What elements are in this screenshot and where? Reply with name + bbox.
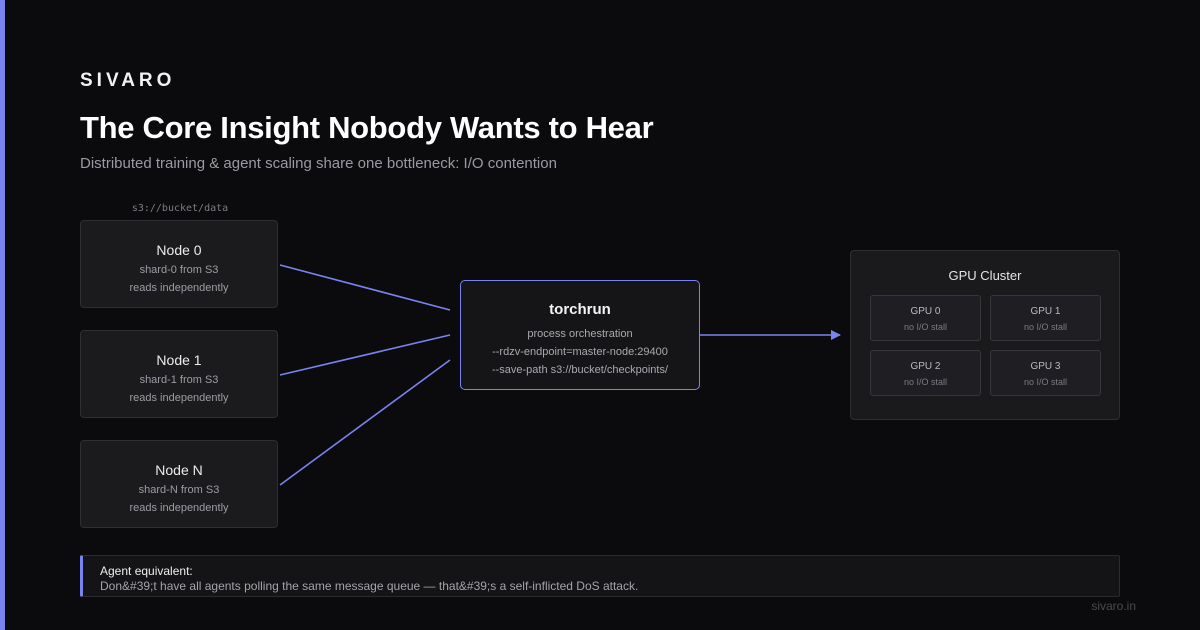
node-mode: reads independently xyxy=(129,392,229,404)
gpu-status: no I/O stall xyxy=(903,377,948,387)
node-shard: shard-0 from S3 xyxy=(139,264,219,276)
footer-domain: sivaro.in xyxy=(1091,599,1136,613)
gpu-cluster-title: GPU Cluster xyxy=(948,268,1022,283)
torchrun-title: torchrun xyxy=(549,301,611,318)
callout-text: Don&#39;t have all agents polling the sa… xyxy=(100,579,639,593)
gpu-name: GPU 2 xyxy=(910,361,941,372)
node-mode: reads independently xyxy=(129,502,229,514)
agent-callout: Agent equivalent: Don&#39;t have all age… xyxy=(80,555,1120,597)
node-title: Node 0 xyxy=(156,242,202,258)
torchrun-box: torchrun process orchestration --rdzv-en… xyxy=(460,280,700,390)
gpu-3-box: GPU 3 no I/O stall xyxy=(990,350,1101,396)
torchrun-line: --save-path s3://bucket/checkpoints/ xyxy=(491,364,669,376)
gpu-status: no I/O stall xyxy=(1023,377,1068,387)
gpu-0-box: GPU 0 no I/O stall xyxy=(870,295,981,341)
callout-label: Agent equivalent: xyxy=(100,564,193,578)
node-mode: reads independently xyxy=(129,282,229,294)
wire-node-1 xyxy=(279,334,451,376)
node-shard: shard-N from S3 xyxy=(138,484,220,496)
gpu-name: GPU 0 xyxy=(910,306,941,317)
gpu-2-box: GPU 2 no I/O stall xyxy=(870,350,981,396)
node-n-box: Node N shard-N from S3 reads independent… xyxy=(80,440,278,528)
node-title: Node N xyxy=(155,462,203,478)
node-shard: shard-1 from S3 xyxy=(139,374,219,386)
gpu-status: no I/O stall xyxy=(1023,322,1068,332)
wire-node-n xyxy=(279,359,451,486)
gpu-cluster-box: GPU Cluster GPU 0 no I/O stall GPU 1 no … xyxy=(850,250,1120,420)
node-0-box: Node 0 shard-0 from S3 reads independent… xyxy=(80,220,278,308)
wire-node-0 xyxy=(279,264,451,311)
gpu-name: GPU 1 xyxy=(1030,306,1061,317)
gpu-1-box: GPU 1 no I/O stall xyxy=(990,295,1101,341)
torchrun-line: process orchestration xyxy=(527,328,633,340)
s3-source-label: s3://bucket/data xyxy=(131,203,229,214)
node-1-box: Node 1 shard-1 from S3 reads independent… xyxy=(80,330,278,418)
gpu-name: GPU 3 xyxy=(1030,361,1061,372)
node-title: Node 1 xyxy=(156,352,202,368)
torchrun-line: --rdzv-endpoint=master-node:29400 xyxy=(492,346,668,358)
gpu-status: no I/O stall xyxy=(903,322,948,332)
